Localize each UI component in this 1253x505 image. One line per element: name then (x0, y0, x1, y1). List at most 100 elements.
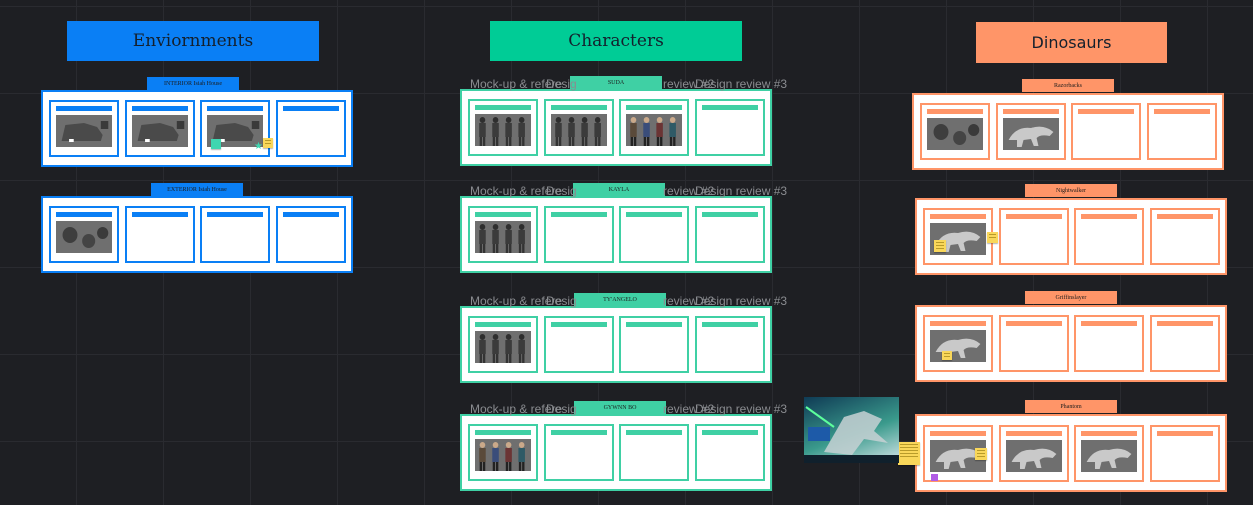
card-thumbnail-image[interactable] (1081, 439, 1138, 472)
environment-exterior-frame[interactable] (41, 196, 353, 273)
sticky-note-line (900, 450, 918, 451)
card-thumbnail-image[interactable] (56, 115, 112, 147)
environment-exterior-frame-label[interactable]: EXTERIOR Isiah House (151, 183, 243, 196)
characters-title[interactable]: Characters (490, 21, 742, 61)
review-card[interactable] (694, 206, 765, 263)
review-card[interactable] (1071, 103, 1142, 160)
purple-square-icon[interactable] (931, 474, 938, 481)
dinosaur-3-frame[interactable] (915, 414, 1227, 492)
review-card[interactable] (543, 316, 614, 373)
review-card[interactable] (619, 316, 690, 373)
review-card[interactable] (998, 315, 1069, 372)
review-card[interactable] (694, 99, 765, 156)
dinosaur-0-frame[interactable] (912, 93, 1224, 170)
review-card[interactable] (1074, 424, 1145, 482)
review-card[interactable] (1149, 208, 1220, 265)
character-2-frame[interactable] (460, 306, 772, 383)
character-2-frame-label[interactable]: TY'ANGELO (574, 293, 666, 306)
character-3-frame[interactable] (460, 414, 772, 491)
review-card[interactable] (1149, 315, 1220, 372)
environment-interior-frame-label[interactable]: INTERIOR Isiah House (147, 77, 239, 90)
character-1-frame-label[interactable]: KAYLA (573, 183, 665, 196)
card-thumbnail-image[interactable] (56, 221, 112, 253)
review-card[interactable] (619, 99, 690, 156)
review-card[interactable] (124, 206, 195, 263)
dinosaurs-title[interactable]: Dinosaurs (976, 22, 1167, 63)
sticky-note-line (944, 353, 950, 354)
review-card[interactable] (468, 424, 538, 481)
sticky-note-line (989, 234, 996, 235)
review-card[interactable] (124, 100, 195, 157)
review-card[interactable] (468, 206, 538, 263)
sticky-note[interactable] (987, 232, 998, 243)
card-thumbnail-image[interactable] (475, 114, 531, 146)
dinosaur-0-frame-label[interactable]: Razorbacks (1022, 79, 1114, 92)
card-header-bar (626, 430, 683, 435)
review-column-label: Desig (546, 77, 577, 91)
card-header-bar (1153, 109, 1210, 114)
green-star-icon[interactable]: ★ (254, 142, 263, 152)
card-thumbnail-image[interactable] (930, 330, 986, 362)
card-thumbnail-image[interactable] (475, 331, 531, 363)
card-thumbnail-image[interactable] (626, 114, 683, 146)
environments-title[interactable]: Enviornments (67, 21, 319, 61)
review-card[interactable] (200, 206, 271, 263)
review-card[interactable] (998, 208, 1069, 265)
dinosaur-3-frame-label[interactable]: Phantom (1025, 400, 1117, 413)
environment-interior-frame[interactable] (41, 90, 353, 167)
review-card[interactable] (1074, 315, 1145, 372)
review-card[interactable] (1146, 103, 1217, 160)
character-1-frame[interactable] (460, 196, 772, 273)
review-card[interactable] (1149, 424, 1220, 482)
dinosaur-book-cover-image[interactable] (804, 397, 899, 463)
card-thumbnail-image[interactable] (1005, 439, 1062, 472)
sticky-note[interactable] (942, 351, 952, 360)
card-header-bar (550, 430, 607, 435)
review-card[interactable] (543, 99, 614, 156)
review-card[interactable] (275, 206, 346, 263)
review-card[interactable] (49, 100, 119, 157)
dinosaur-1-frame[interactable] (915, 198, 1227, 275)
dinosaur-2-frame-label[interactable]: Griffinslayer (1025, 291, 1117, 304)
card-thumbnail-image[interactable] (131, 115, 188, 147)
review-card[interactable] (920, 103, 990, 160)
review-card[interactable] (694, 316, 765, 373)
review-card[interactable] (543, 424, 614, 481)
card-thumbnail-image[interactable] (1002, 118, 1059, 150)
card-header-bar (131, 106, 188, 111)
card-header-bar (1005, 430, 1062, 436)
sticky-note[interactable] (934, 240, 946, 252)
review-card[interactable] (619, 206, 690, 263)
card-thumbnail-image[interactable] (550, 114, 607, 146)
review-card[interactable] (275, 100, 346, 157)
sticky-note-line (989, 237, 996, 238)
dinosaur-1-frame-label[interactable]: Nightwalker (1025, 184, 1117, 197)
teal-square-icon[interactable] (211, 139, 221, 149)
review-card[interactable] (468, 316, 538, 373)
review-card[interactable] (468, 99, 538, 156)
sticky-note[interactable] (263, 138, 273, 148)
sticky-note[interactable] (975, 448, 987, 460)
environments-title-text: Enviornments (132, 31, 254, 51)
character-0-frame-label[interactable]: SUDA (570, 76, 662, 89)
review-card[interactable] (995, 103, 1066, 160)
review-card[interactable] (619, 424, 690, 481)
character-0-frame[interactable] (460, 89, 772, 166)
review-card[interactable] (694, 424, 765, 481)
review-card[interactable] (998, 424, 1069, 482)
review-card[interactable] (923, 208, 993, 265)
review-card[interactable] (49, 206, 119, 263)
dinosaur-2-frame[interactable] (915, 305, 1227, 382)
review-card[interactable] (543, 206, 614, 263)
sticky-note[interactable] (898, 442, 920, 465)
card-thumbnail-image[interactable] (475, 221, 531, 253)
review-column-label: Desig (546, 402, 577, 416)
review-card[interactable] (1074, 208, 1145, 265)
card-thumbnail-image[interactable] (927, 118, 983, 150)
sticky-note-line (900, 444, 918, 445)
character-3-frame-label[interactable]: GYWNN BO (574, 401, 666, 414)
card-header-bar (1078, 109, 1135, 114)
review-column-label: Design review #3 (695, 294, 788, 308)
card-thumbnail-image[interactable] (475, 439, 531, 471)
review-card[interactable] (923, 315, 993, 372)
